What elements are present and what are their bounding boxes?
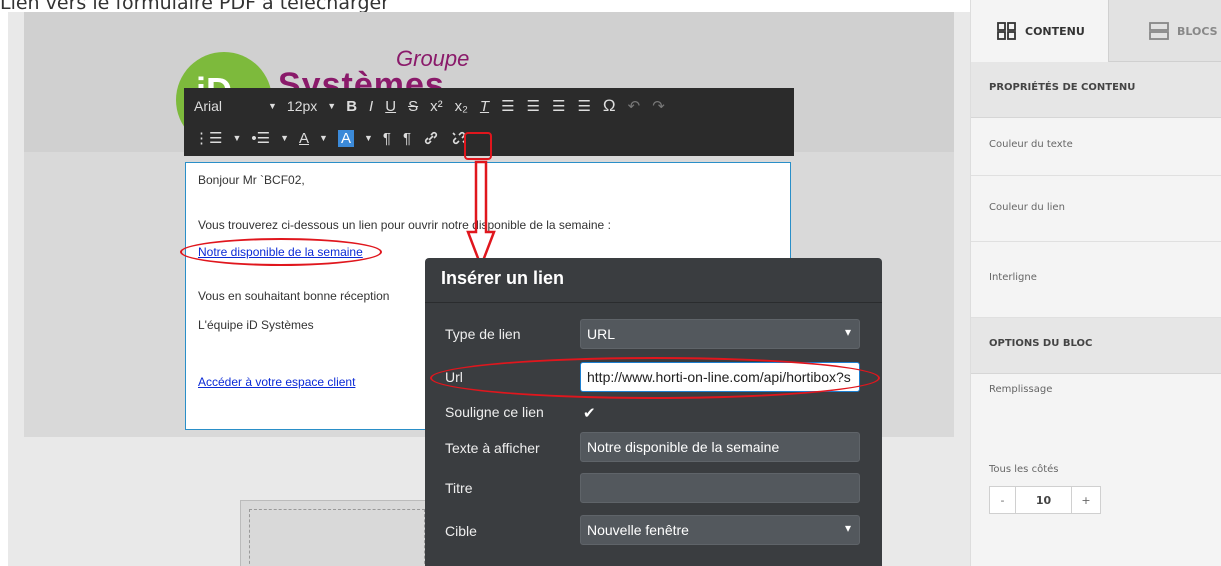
tab-blocks[interactable]: BLOCS xyxy=(1121,0,1218,62)
redo-icon[interactable]: ↷ xyxy=(646,92,671,120)
special-char-icon[interactable]: Ω xyxy=(597,92,622,120)
line-height-label: Interligne xyxy=(989,272,1037,283)
dialog-title: Insérer un lien xyxy=(441,268,565,288)
weekly-link-highlight xyxy=(180,238,382,266)
bullet-list-caret-icon[interactable]: ▼ xyxy=(276,124,293,152)
undo-icon[interactable]: ↶ xyxy=(622,92,647,120)
font-family-select[interactable]: Arial xyxy=(184,92,264,120)
placeholder-dashed-border xyxy=(249,509,425,566)
padding-label: Remplissage xyxy=(989,384,1053,395)
toolbar-row-2: ⋮☰ ▼ •☰ ▼ A ▼ A ▼ ¶ ¶ xyxy=(184,122,473,154)
panel-tabs: CONTENU BLOCS xyxy=(971,0,1221,62)
target-label: Cible xyxy=(445,523,477,539)
bg-color-caret-icon[interactable]: ▼ xyxy=(360,124,377,152)
text-color-caret-icon[interactable]: ▼ xyxy=(315,124,332,152)
target-select[interactable]: Nouvelle fenêtre xyxy=(580,515,860,545)
content-props-title: PROPRIÉTÉS DE CONTENU xyxy=(989,82,1136,93)
stepper-plus-button[interactable]: + xyxy=(1072,487,1100,513)
email-greeting: Bonjour Mr `BCF02, xyxy=(198,173,305,187)
line-height-row[interactable]: Interligne xyxy=(971,242,1221,318)
email-closing: Vous en souhaitant bonne réception xyxy=(198,289,390,303)
empty-block-placeholder[interactable] xyxy=(240,500,426,566)
display-text-input[interactable]: Notre disponible de la semaine xyxy=(580,432,860,462)
link-type-label: Type de lien xyxy=(445,326,521,342)
toolbar-row-1: Arial ▼ 12px ▼ B I U S x² x₂ T ☰ ☰ ☰ ☰ Ω… xyxy=(184,90,671,122)
all-sides-label: Tous les côtés xyxy=(989,464,1059,475)
title-input[interactable] xyxy=(580,473,860,503)
stepper-value[interactable]: 10 xyxy=(1016,487,1072,513)
content-props-header: PROPRIÉTÉS DE CONTENU xyxy=(971,62,1221,118)
dialog-separator xyxy=(425,302,882,303)
subscript-icon[interactable]: x₂ xyxy=(449,92,474,120)
block-options-title: OPTIONS DU BLOC xyxy=(989,338,1093,349)
link-button-highlight xyxy=(464,132,492,160)
display-text-label: Texte à afficher xyxy=(445,440,540,456)
underline-label: Souligne ce lien xyxy=(445,404,544,420)
font-family-caret-icon[interactable]: ▼ xyxy=(264,92,281,120)
grid-icon xyxy=(997,22,1016,40)
red-arrow-icon xyxy=(466,160,496,270)
strikethrough-icon[interactable]: S xyxy=(402,92,424,120)
bold-icon[interactable]: B xyxy=(340,92,363,120)
link-type-select[interactable]: URL xyxy=(580,319,860,349)
align-left-icon[interactable]: ☰ xyxy=(495,92,520,120)
link-icon[interactable] xyxy=(417,124,445,152)
underline-checkbox[interactable]: ✔ xyxy=(583,404,596,422)
block-options-header: OPTIONS DU BLOC xyxy=(971,318,1221,374)
canvas-left-edge xyxy=(0,12,8,566)
properties-panel: CONTENU BLOCS PROPRIÉTÉS DE CONTENU Coul… xyxy=(970,0,1221,566)
text-color-label: Couleur du texte xyxy=(989,139,1073,150)
screen: Lien vers le formulaire PDF à télécharge… xyxy=(0,0,1221,566)
insert-link-dialog: Insérer un lien Type de lien URL Url htt… xyxy=(425,258,882,566)
justify-icon[interactable]: ☰ xyxy=(571,92,596,120)
padding-stepper[interactable]: - 10 + xyxy=(989,486,1101,514)
ltr-icon[interactable]: ¶ xyxy=(377,124,397,152)
tab-content-label: CONTENU xyxy=(1025,24,1085,38)
font-size-caret-icon[interactable]: ▼ xyxy=(323,92,340,120)
email-signature: L'équipe iD Systèmes xyxy=(198,318,314,332)
font-size-select[interactable]: 12px xyxy=(281,92,323,120)
link-color-row[interactable]: Couleur du lien xyxy=(971,176,1221,242)
client-space-link[interactable]: Accéder à votre espace client xyxy=(198,375,355,389)
bullet-list-icon[interactable]: •☰ xyxy=(245,124,276,152)
italic-icon[interactable]: I xyxy=(363,92,379,120)
padding-row: Remplissage xyxy=(971,374,1221,434)
underline-icon[interactable]: U xyxy=(379,92,402,120)
bg-color-icon[interactable]: A xyxy=(332,124,360,152)
link-color-label: Couleur du lien xyxy=(989,202,1065,213)
ordered-list-caret-icon[interactable]: ▼ xyxy=(228,124,245,152)
ordered-list-icon[interactable]: ⋮☰ xyxy=(184,124,228,152)
align-center-icon[interactable]: ☰ xyxy=(521,92,546,120)
rtl-icon[interactable]: ¶ xyxy=(397,124,417,152)
email-intro: Vous trouverez ci-dessous un lien pour o… xyxy=(198,218,611,232)
text-color-icon[interactable]: A xyxy=(293,124,315,152)
title-label: Titre xyxy=(445,480,473,496)
tab-blocks-label: BLOCS xyxy=(1177,24,1218,38)
clear-format-icon[interactable]: T xyxy=(474,92,495,120)
blocks-icon xyxy=(1149,22,1169,40)
text-color-row[interactable]: Couleur du texte xyxy=(971,118,1221,176)
url-field-highlight xyxy=(430,357,880,399)
stepper-minus-button[interactable]: - xyxy=(990,487,1016,513)
align-right-icon[interactable]: ☰ xyxy=(546,92,571,120)
superscript-icon[interactable]: x² xyxy=(424,92,449,120)
tab-content[interactable]: CONTENU xyxy=(971,0,1109,62)
